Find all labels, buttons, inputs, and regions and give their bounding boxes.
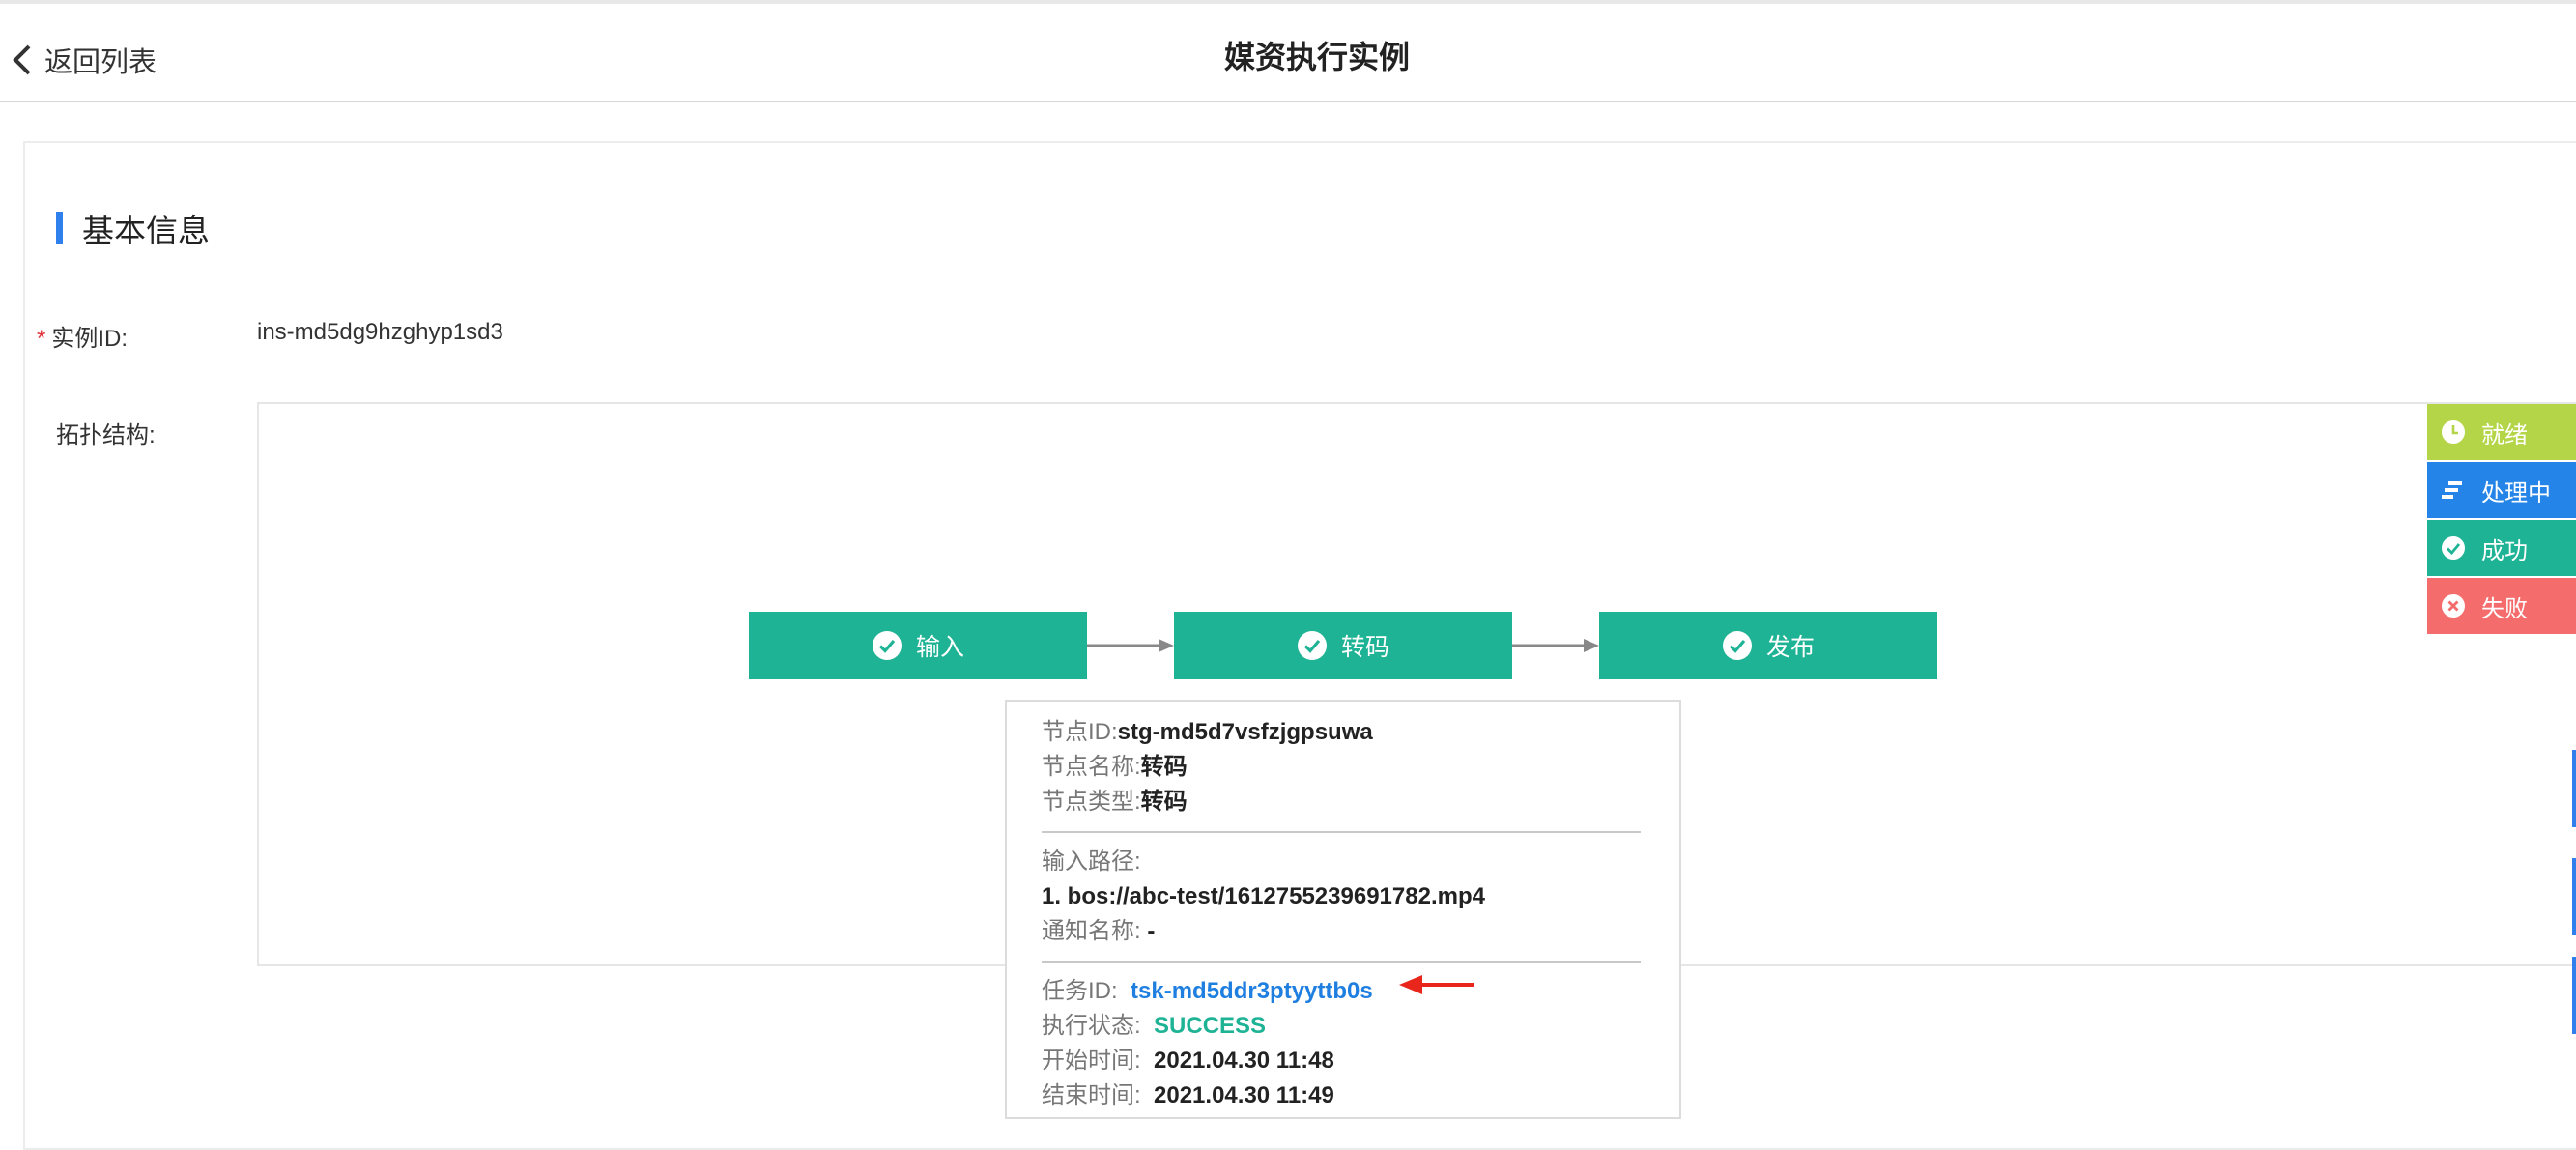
media-instance-page: 返回列表 媒资执行实例 基本信息 * 实例ID: ins-md5dg9hzghyp… bbox=[0, 0, 2576, 1150]
check-circle-icon bbox=[1297, 631, 1327, 660]
required-asterisk: * bbox=[37, 326, 46, 352]
clock-icon bbox=[2442, 420, 2465, 444]
tip-start-time: 开始时间: 2021.04.30 11:48 bbox=[1042, 1048, 1334, 1074]
section-accent-bar bbox=[56, 212, 63, 244]
close-circle-icon bbox=[2442, 594, 2465, 618]
tip-node-id: 节点ID:stg-md5d7vsfzjgpsuwa bbox=[1042, 719, 1373, 745]
legend-label: 就绪 bbox=[2481, 421, 2528, 448]
node-label: 输入 bbox=[915, 634, 964, 661]
tip-task-id: 任务ID: tsk-md5ddr3ptyyttb0s bbox=[1042, 978, 1373, 1004]
legend-label: 失败 bbox=[2481, 595, 2528, 622]
node-label: 发布 bbox=[1765, 634, 1815, 661]
arrow-connector bbox=[1512, 639, 1599, 652]
topology-label: 拓扑结构: bbox=[56, 422, 156, 448]
processing-icon bbox=[2442, 481, 2462, 499]
tip-input-path-label: 输入路径: bbox=[1042, 848, 1141, 875]
legend-ready: 就绪 bbox=[2427, 404, 2576, 460]
tip-notify: 通知名称: - bbox=[1042, 918, 1156, 944]
edge-scroll-marker bbox=[2572, 957, 2576, 1034]
legend-success: 成功 bbox=[2427, 520, 2576, 576]
tip-input-path: 1. bos://abc-test/1612755239691782.mp4 bbox=[1042, 883, 1485, 909]
section-title: 基本信息 bbox=[82, 213, 210, 248]
section-header: 基本信息 bbox=[56, 205, 210, 251]
node-input[interactable]: 输入 bbox=[749, 612, 1087, 679]
page-header: 返回列表 媒资执行实例 bbox=[0, 4, 2576, 102]
node-label: 转码 bbox=[1340, 634, 1389, 661]
check-circle-icon bbox=[2442, 536, 2465, 560]
check-circle-icon bbox=[872, 631, 902, 660]
node-publish[interactable]: 发布 bbox=[1599, 612, 1937, 679]
instance-id-value: ins-md5dg9hzghyp1sd3 bbox=[257, 319, 503, 345]
edge-scroll-marker bbox=[2572, 858, 2576, 935]
red-arrow-annotation-icon bbox=[1399, 975, 1474, 994]
task-id-link[interactable]: tsk-md5ddr3ptyyttb0s bbox=[1131, 978, 1373, 1004]
tip-node-type: 节点类型:转码 bbox=[1042, 789, 1188, 815]
tip-node-name: 节点名称:转码 bbox=[1042, 754, 1188, 780]
check-circle-icon bbox=[1722, 631, 1752, 660]
arrow-connector bbox=[1087, 639, 1174, 652]
node-transcode[interactable]: 转码 bbox=[1174, 612, 1512, 679]
tip-end-time: 结束时间: 2021.04.30 11:49 bbox=[1042, 1082, 1334, 1108]
legend-failed: 失败 bbox=[2427, 578, 2576, 634]
legend-processing: 处理中 bbox=[2427, 462, 2576, 518]
legend-label: 处理中 bbox=[2481, 479, 2551, 506]
page-title: 媒资执行实例 bbox=[1223, 40, 1410, 74]
legend-label: 成功 bbox=[2481, 537, 2528, 564]
node-detail-tooltip: 节点ID:stg-md5d7vsfzjgpsuwa 节点名称:转码 节点类型:转… bbox=[1005, 700, 1681, 1119]
tip-divider bbox=[1042, 831, 1641, 833]
tip-status: 执行状态: SUCCESS bbox=[1042, 1013, 1267, 1039]
edge-scroll-marker bbox=[2572, 750, 2576, 827]
tip-divider bbox=[1042, 961, 1641, 963]
instance-id-label: * 实例ID: bbox=[37, 326, 129, 352]
